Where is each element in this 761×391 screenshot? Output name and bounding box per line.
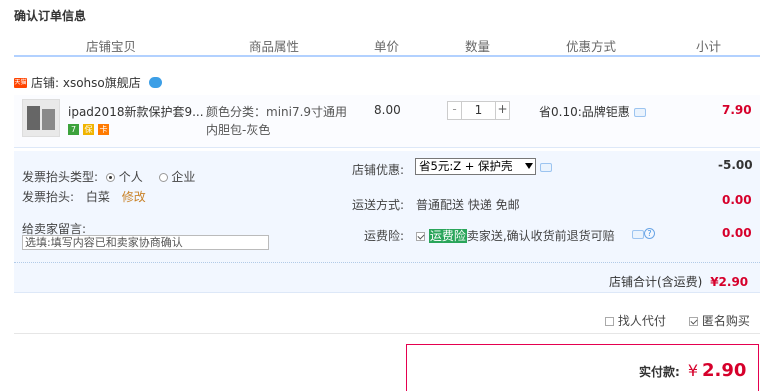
help-icon[interactable]: ? — [644, 228, 655, 239]
shop-discount-comment-icon[interactable] — [540, 163, 552, 172]
shop-total-amount: ¥2.90 — [710, 275, 749, 289]
invoice-type-label: 发票抬头类型: — [22, 170, 99, 184]
comment-icon[interactable] — [633, 108, 646, 117]
item-discount-label: 省0.10:品牌钜惠 — [539, 105, 630, 119]
payment-row: 实付款: ¥ 2.90 — [639, 360, 746, 381]
payment-amount: 2.90 — [702, 360, 747, 381]
shop-total-label: 店铺合计(含运费) — [609, 275, 703, 289]
item-discount-text: 省0.10:品牌钜惠 — [539, 103, 646, 120]
insurance-checkbox[interactable] — [416, 232, 425, 241]
insurance-label: 运费险: — [364, 229, 405, 243]
product-thumbnail[interactable] — [22, 99, 60, 137]
invoice-company-radio[interactable] — [158, 173, 168, 182]
insurance-text: 卖家送,确认收货前退货可赔 — [466, 229, 615, 243]
invoice-header-label: 发票抬头: — [22, 190, 75, 204]
col-header-attributes: 商品属性 — [249, 39, 300, 54]
section-divider — [14, 333, 760, 334]
page-title: 确认订单信息 — [14, 9, 87, 23]
shipping-label: 运送方式: — [352, 198, 405, 212]
proxy-pay-option: 找人代付 — [605, 312, 666, 329]
invoice-header-row: 发票抬头: 白菜 修改 — [22, 188, 146, 205]
invoice-company-label[interactable]: 企业 — [171, 170, 195, 184]
shipping-value: 普通配送 快递 免邮 — [416, 198, 520, 212]
shop-discount-amount: -5.00 — [718, 158, 753, 172]
proxy-pay-checkbox[interactable] — [605, 317, 614, 326]
tmall-tag-icon: 天猫 — [14, 77, 27, 88]
col-header-subtotal: 小计 — [696, 39, 722, 54]
invoice-header-value: 白菜 — [85, 190, 110, 204]
seller-message-input[interactable]: 选填:填写内容已和卖家协商确认 — [22, 235, 269, 250]
payment-currency: ¥ — [687, 361, 698, 380]
insurance-row: 运费险卖家送,确认收货前退货可赔 — [416, 227, 615, 244]
anonymous-option: 匿名购买 — [689, 312, 750, 329]
shop-name-link[interactable]: 店铺: xsohso旗舰店 — [31, 74, 141, 91]
col-header-shop-items: 店铺宝贝 — [86, 39, 137, 54]
quantity-input[interactable]: 1 — [462, 102, 495, 119]
insurance-comment-icon[interactable] — [632, 230, 644, 239]
chevron-down-icon — [525, 163, 533, 169]
qty-decrease-button[interactable]: - — [448, 102, 462, 119]
col-header-discount: 优惠方式 — [566, 39, 617, 54]
guarantee-icon: 保 — [83, 124, 94, 135]
anonymous-checkbox[interactable] — [689, 317, 698, 326]
anonymous-label[interactable]: 匿名购买 — [702, 314, 750, 328]
invoice-modify-link[interactable]: 修改 — [122, 190, 146, 204]
product-attr-line1: 颜色分类：mini7.9寸通用 — [206, 105, 348, 119]
invoice-personal-radio[interactable] — [105, 173, 115, 182]
quantity-stepper: - 1 + — [447, 101, 510, 120]
shop-discount-selected: 省5元:Z + 保护壳 — [419, 159, 513, 173]
item-subtotal: 7.90 — [722, 103, 752, 117]
shipping-amount: 0.00 — [722, 193, 752, 207]
proxy-pay-label[interactable]: 找人代付 — [618, 314, 666, 328]
shop-total-row: 店铺合计(含运费) ¥2.90 — [609, 273, 748, 290]
header-divider — [14, 55, 760, 57]
product-attr-line2: 内胆包-灰色 — [206, 123, 271, 137]
seven-day-return-icon: 7 — [68, 124, 79, 135]
shop-row: 天猫 店铺: xsohso旗舰店 — [14, 74, 162, 91]
shop-discount-select[interactable]: 省5元:Z + 保护壳 — [415, 158, 536, 175]
insurance-amount: 0.00 — [722, 226, 752, 240]
unit-price: 8.00 — [374, 103, 401, 117]
wangwang-icon[interactable] — [148, 77, 162, 88]
col-header-quantity: 数量 — [465, 39, 491, 54]
shop-discount-label: 店铺优惠: — [352, 163, 405, 177]
invoice-type-row: 发票抬头类型: 个人 企业 — [22, 168, 195, 185]
col-header-unit-price: 单价 — [374, 39, 400, 54]
qty-increase-button[interactable]: + — [495, 102, 509, 119]
insurance-highlight: 运费险 — [428, 229, 467, 243]
product-title-link[interactable]: ipad2018新款保护套9... — [68, 103, 204, 120]
invoice-personal-label[interactable]: 个人 — [119, 170, 143, 184]
payment-label: 实付款: — [639, 365, 680, 379]
credit-card-icon: 卡 — [98, 124, 109, 135]
